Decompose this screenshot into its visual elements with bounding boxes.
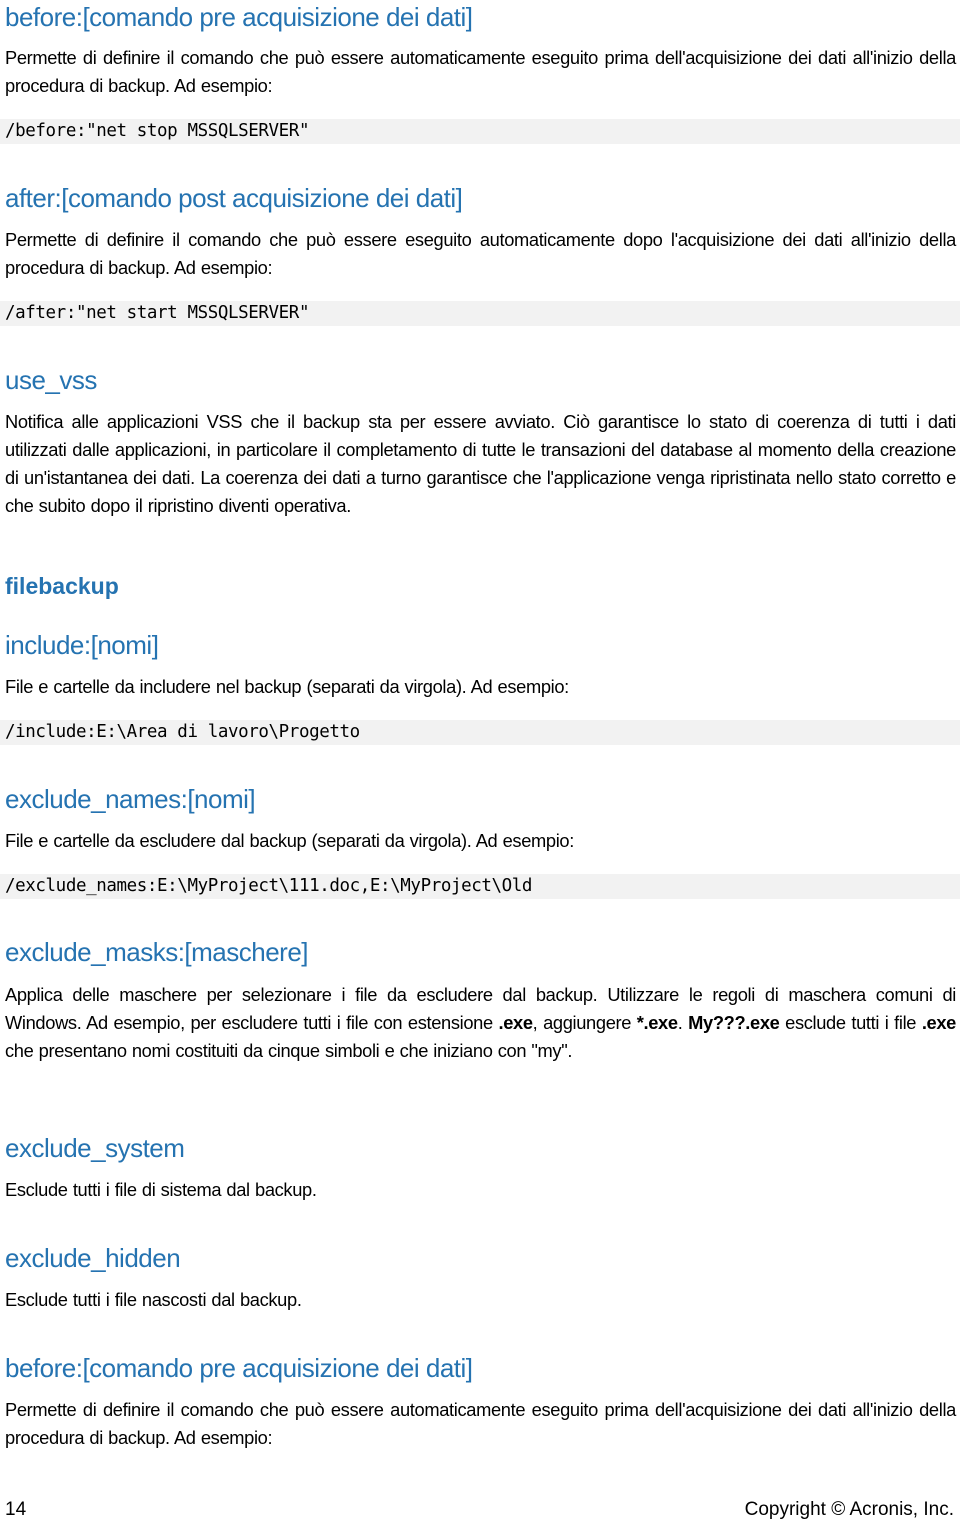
section-heading-exclude-hidden: exclude_hidden <box>5 1243 181 1273</box>
section-heading-exclude-names: exclude_names:[nomi] <box>5 784 256 814</box>
section-description-exclude-names: File e cartelle da escludere dal backup … <box>5 830 574 851</box>
section-heading-use-vss: use_vss <box>5 365 97 395</box>
section-description-after: Permette di definire il comando che può … <box>5 229 956 278</box>
text-run: che presentano nomi costituiti da cinque… <box>5 1040 573 1061</box>
copyright-notice: Copyright © Acronis, Inc. <box>744 1499 954 1520</box>
code-example-include: /include:E:\Area di lavoro\Progetto <box>0 720 960 745</box>
bold-text-run: *.exe <box>636 1012 678 1033</box>
section-heading-exclude-system: exclude_system <box>5 1133 185 1163</box>
section-heading-exclude-masks: exclude_masks:[maschere] <box>5 937 309 967</box>
bold-text-run: .exe <box>498 1012 533 1033</box>
bold-text-run: My???.exe <box>688 1012 780 1033</box>
section-heading-include: include:[nomi] <box>5 630 159 660</box>
section-heading-before: before:[comando pre acquisizione dei dat… <box>5 2 473 32</box>
code-example-after: /after:"net start MSSQLSERVER" <box>0 301 960 326</box>
bold-text-run: .exe <box>921 1012 957 1033</box>
code-example-exclude-names: /exclude_names:E:\MyProject\111.doc,E:\M… <box>0 874 960 899</box>
section-description-before: Permette di definire il comando che può … <box>5 47 956 96</box>
section-description-before-repeat: Permette di definire il comando che può … <box>5 1399 956 1448</box>
document-page: before:[comando pre acquisizione dei dat… <box>0 0 960 1524</box>
text-run: . <box>677 1012 689 1033</box>
section-description-exclude-hidden: Esclude tutti i file nascosti dal backup… <box>5 1289 302 1310</box>
text-run: esclude tutti i file <box>779 1012 922 1033</box>
section-heading-before-repeat: before:[comando pre acquisizione dei dat… <box>5 1353 473 1383</box>
section-description-use-vss: Notifica alle applicazioni VSS che il ba… <box>5 411 956 516</box>
text-run: , aggiungere <box>532 1012 637 1033</box>
section-description-include: File e cartelle da includere nel backup … <box>5 676 569 697</box>
section-description-exclude-masks: Applica delle maschere per selezionare i… <box>5 981 956 1065</box>
page-number: 14 <box>5 1499 27 1520</box>
group-heading-filebackup: filebackup <box>5 573 119 599</box>
section-heading-after: after:[comando post acquisizione dei dat… <box>5 183 463 213</box>
code-example-before: /before:"net stop MSSQLSERVER" <box>0 119 960 144</box>
section-description-exclude-system: Esclude tutti i file di sistema dal back… <box>5 1179 317 1200</box>
